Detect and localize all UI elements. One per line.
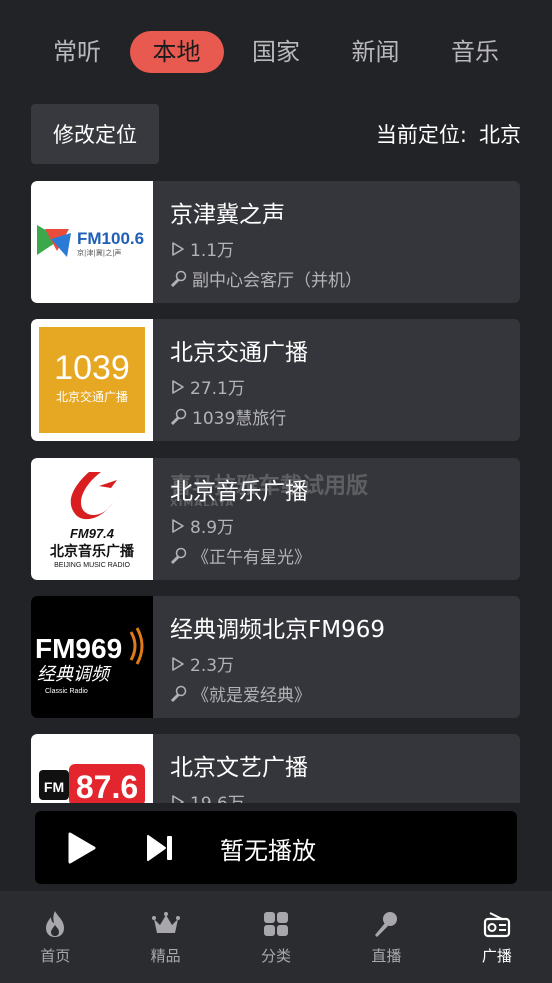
station-logo-sub: 北京音乐广播: [50, 543, 135, 560]
station-name: 京津冀之声: [170, 202, 285, 228]
microphone-icon: [170, 685, 187, 702]
microphone-icon: [375, 911, 398, 937]
station-logo-sub: 北京交通广播: [56, 389, 128, 404]
station-plays: 2.3万: [170, 651, 234, 676]
microphone-icon: [170, 408, 187, 425]
play-count-icon: [172, 379, 184, 394]
station-name: 北京交通广播: [170, 340, 308, 366]
nav-radio[interactable]: 广播: [442, 891, 552, 983]
station-card[interactable]: FM100.6 京|津|冀|之|声 京津冀之声 1.1万 副中心会客厅（并机）: [31, 181, 520, 303]
change-location-button[interactable]: 修改定位: [31, 104, 159, 164]
station-card[interactable]: FM969 经典调频 Classic Radio 经典调频北京FM969 2.3…: [31, 596, 520, 718]
station-logo-text: 87.6: [76, 769, 138, 803]
station-logo: 1039 北京交通广播: [31, 319, 153, 441]
nav-home[interactable]: 首页: [0, 891, 110, 983]
station-logo: FM97.4 北京音乐广播 BEIJING MUSIC RADIO: [31, 458, 153, 580]
microphone-icon: [170, 547, 187, 564]
station-plays: 8.9万: [170, 513, 234, 538]
grid-icon: [264, 911, 289, 936]
crown-icon: [151, 911, 180, 933]
station-name: 经典调频北京FM969: [170, 617, 385, 643]
tab-frequent[interactable]: 常听: [30, 31, 124, 73]
station-logo-text: FM100.6: [77, 229, 144, 248]
nav-category[interactable]: 分类: [221, 891, 331, 983]
station-plays: 19.6万: [170, 789, 245, 803]
tab-news[interactable]: 新闻: [329, 31, 423, 73]
station-logo: FM 87.6: [31, 734, 153, 803]
station-plays: 27.1万: [170, 374, 245, 399]
player-status: 暂无播放: [220, 837, 316, 865]
station-logo-sub: 经典调频: [37, 664, 112, 685]
station-logo: FM969 经典调频 Classic Radio: [31, 596, 153, 718]
play-count-icon: [172, 794, 184, 803]
mini-player: 暂无播放: [35, 811, 517, 884]
station-logo-text: FM969: [35, 633, 122, 664]
current-location-label: 当前定位:: [375, 123, 467, 147]
station-logo-sub2: BEIJING MUSIC RADIO: [54, 562, 130, 569]
tab-national[interactable]: 国家: [229, 31, 323, 73]
station-logo: FM100.6 京|津|冀|之|声: [31, 181, 153, 303]
station-name: 北京音乐广播: [170, 479, 308, 505]
station-logo-text: 1039: [54, 349, 130, 387]
station-logo-sub2: Classic Radio: [45, 688, 88, 695]
location-row: 修改定位 当前定位: 北京: [31, 104, 521, 164]
station-program: 《就是爱经典》: [170, 681, 311, 706]
station-list[interactable]: FM100.6 京|津|冀|之|声 京津冀之声 1.1万 副中心会客厅（并机） …: [31, 181, 520, 803]
tab-music[interactable]: 音乐: [428, 31, 522, 73]
nav-live[interactable]: 直播: [331, 891, 441, 983]
nav-premium[interactable]: 精品: [110, 891, 220, 983]
station-program: 1039慧旅行: [170, 404, 286, 429]
current-location: 当前定位: 北京: [376, 119, 521, 149]
station-card[interactable]: FM 87.6 北京文艺广播 19.6万: [31, 734, 520, 803]
next-track-icon[interactable]: [145, 833, 175, 863]
station-logo-sub: 京|津|冀|之|声: [77, 248, 121, 257]
station-program: 副中心会客厅（并机）: [170, 266, 362, 291]
station-logo-text: FM97.4: [70, 526, 115, 541]
station-logo-sub: FM: [44, 779, 64, 795]
radio-icon: [483, 911, 510, 937]
current-location-city: 北京: [479, 123, 521, 147]
microphone-icon: [170, 270, 187, 287]
play-count-icon: [172, 241, 184, 256]
play-count-icon: [172, 656, 184, 671]
station-program: 《正午有星光》: [170, 543, 311, 568]
fire-icon: [46, 910, 65, 937]
station-card[interactable]: FM97.4 北京音乐广播 BEIJING MUSIC RADIO 北京音乐广播…: [31, 458, 520, 580]
play-icon[interactable]: [65, 831, 97, 865]
play-count-icon: [172, 518, 184, 533]
station-plays: 1.1万: [170, 236, 234, 261]
station-card[interactable]: 1039 北京交通广播 北京交通广播 27.1万 1039慧旅行: [31, 319, 520, 441]
tab-local[interactable]: 本地: [129, 31, 224, 73]
bottom-nav: 首页 精品 分类 直播 广播: [0, 891, 552, 983]
station-name: 北京文艺广播: [170, 755, 308, 781]
category-tabs: 常听 本地 国家 新闻 音乐: [30, 30, 522, 74]
